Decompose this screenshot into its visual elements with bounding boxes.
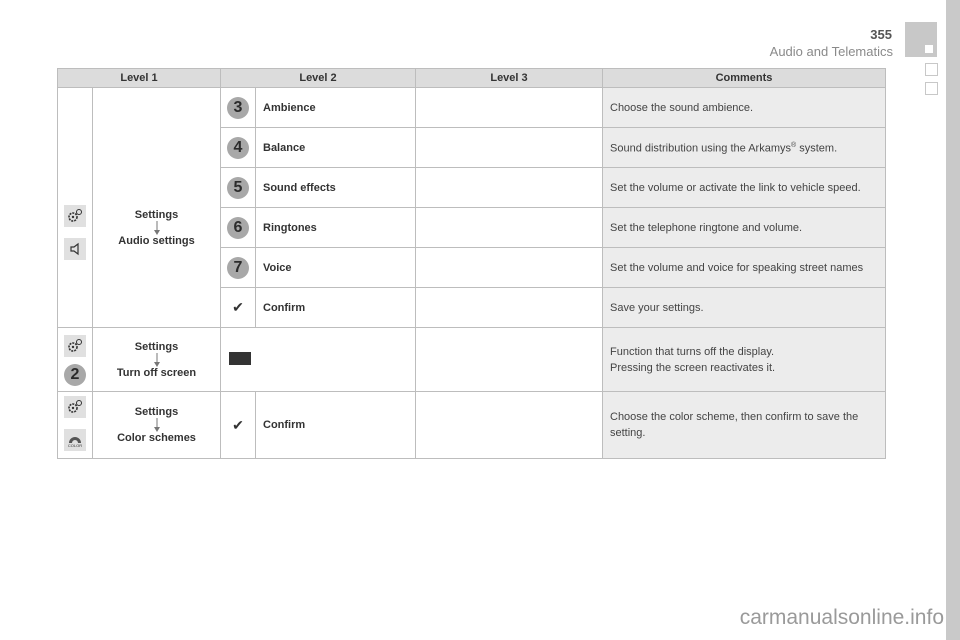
level3-cell (415, 167, 603, 208)
column-header: Level 2 (220, 68, 416, 88)
level1-settings-label: Settings (134, 406, 179, 418)
level1-audio-settings-label: Audio settings (118, 234, 195, 247)
marker-cell: 4 (220, 127, 256, 168)
section-title: Audio and Telematics (769, 44, 893, 59)
comment-text: Sound distribution using the Arkamys (610, 142, 791, 155)
speaker-icon (64, 237, 86, 260)
number-badge: 4 (227, 136, 249, 159)
arrow-down-icon (153, 418, 160, 432)
check-icon: ✔ (232, 299, 244, 315)
chapter-tab-marker[interactable] (925, 82, 938, 95)
comment-text: Pressing the screen reactivates it. (610, 361, 776, 374)
level3-cell (415, 127, 603, 168)
number-badge: 3 (227, 96, 249, 119)
comment-cell: Choose the sound ambience. (602, 87, 886, 128)
level3-cell (415, 207, 603, 248)
table-row: Settings Audio settings 3 Ambience Choos… (57, 87, 886, 328)
marker-cell: 3 (220, 87, 256, 128)
number-badge: 6 (227, 216, 249, 239)
level1-turn-off-screen-label: Turn off screen (116, 366, 197, 379)
level2-cell[interactable] (220, 327, 416, 392)
settings-icon (64, 396, 86, 418)
column-header: Level 3 (415, 68, 603, 88)
comment-text: system. (796, 142, 838, 155)
level1-settings-label: Settings (134, 208, 179, 221)
level1-color-schemes: Settings Color schemes (92, 391, 221, 459)
level3-cell (415, 247, 603, 288)
comment-cell: Save your settings. (602, 287, 886, 328)
settings-table: Level 1 Level 2 Level 3 Comments Setting… (57, 68, 886, 459)
svg-text:COLOR: COLOR (68, 443, 82, 448)
number-badge: 2 (64, 363, 86, 386)
chapter-tab-marker[interactable] (925, 63, 938, 76)
table-row: COLOR Settings Color schemes ✔ Confirm C… (57, 391, 886, 459)
settings-icon (64, 204, 86, 227)
marker-cell: 6 (220, 207, 256, 248)
table-header-row: Level 1 Level 2 Level 3 Comments (57, 68, 886, 88)
level1-icons (57, 87, 93, 328)
comment-cell: Choose the color scheme, then confirm to… (602, 391, 886, 459)
level3-cell (415, 391, 603, 459)
page-number: 355 (870, 27, 892, 42)
menu-item-ambience[interactable]: Ambience (255, 87, 416, 128)
level1-audio-settings: Settings Audio settings (92, 87, 221, 328)
marker-cell: 5 (220, 167, 256, 208)
comment-cell: Set the telephone ringtone and volume. (602, 207, 886, 248)
menu-item-voice[interactable]: Voice (255, 247, 416, 288)
level1-turn-off-screen: Settings Turn off screen (92, 327, 221, 392)
marker-cell: 7 (220, 247, 256, 288)
level1-color-schemes-label: Color schemes (117, 432, 196, 444)
comment-cell: Set the volume and voice for speaking st… (602, 247, 886, 288)
chapter-tab[interactable] (905, 22, 937, 57)
level1-settings-label: Settings (134, 340, 179, 353)
color-icon: COLOR (64, 429, 86, 451)
settings-icon (64, 334, 86, 357)
menu-item-confirm[interactable]: Confirm (255, 391, 416, 459)
menu-item-sound-effects[interactable]: Sound effects (255, 167, 416, 208)
level1-icons: 2 (57, 327, 93, 392)
marker-cell: ✔ (220, 391, 256, 459)
column-header: Comments (602, 68, 886, 88)
check-icon: ✔ (232, 416, 244, 433)
comment-cell: Function that turns off the display. Pre… (602, 327, 886, 392)
comment-cell: Sound distribution using the Arkamys® sy… (602, 127, 886, 168)
table-row: 2 Settings Turn off screen Function that… (57, 327, 886, 392)
comment-cell: Set the volume or activate the link to v… (602, 167, 886, 208)
watermark: carmanualsonline.info (739, 606, 944, 629)
comment-text: Function that turns off the display. (610, 345, 775, 358)
arrow-down-icon (153, 220, 160, 235)
arrow-down-icon (153, 352, 160, 367)
level3-cell (415, 287, 603, 328)
side-strip (946, 0, 960, 640)
menu-item-confirm[interactable]: Confirm (255, 287, 416, 328)
menu-item-ringtones[interactable]: Ringtones (255, 207, 416, 248)
number-badge: 5 (227, 176, 249, 199)
column-header: Level 1 (57, 68, 221, 88)
level3-cell (415, 87, 603, 128)
menu-item-balance[interactable]: Balance (255, 127, 416, 168)
marker-cell: ✔ (220, 287, 256, 328)
level1-icons: COLOR (57, 391, 93, 459)
number-badge: 7 (227, 256, 249, 279)
screen-off-icon[interactable] (229, 351, 251, 365)
level3-cell (415, 327, 603, 392)
